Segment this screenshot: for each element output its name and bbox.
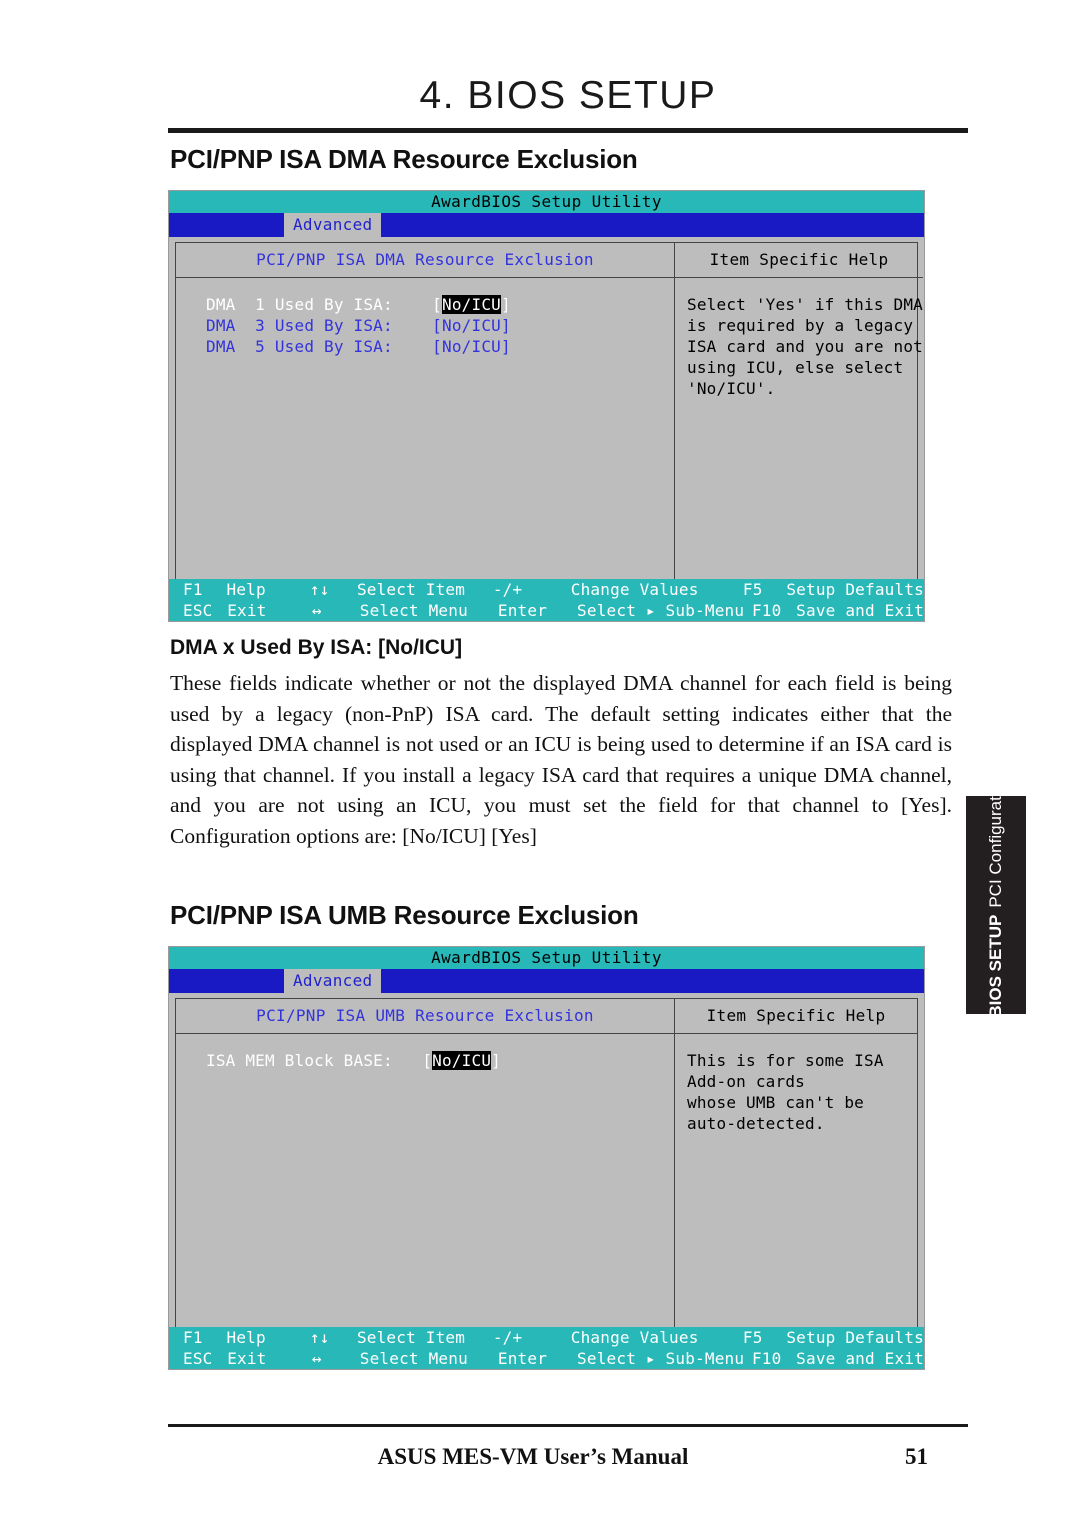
bios-help-text: Select 'Yes' if this DMA is required by … bbox=[675, 278, 923, 399]
bios-help-line: ISA card and you are not bbox=[687, 337, 923, 356]
bios-menu-tab-advanced[interactable]: Advanced bbox=[284, 969, 382, 993]
bios-option-value[interactable]: No/ICU bbox=[442, 337, 501, 356]
key-esc-action: Exit bbox=[227, 1349, 267, 1368]
bios-menu-tab-advanced[interactable]: Advanced bbox=[284, 213, 382, 237]
key-enter-action: Select ▸ Sub-Menu bbox=[577, 1349, 745, 1368]
key-leftright-icon[interactable]: ↔ bbox=[312, 600, 360, 621]
bios-option-label: DMA 5 Used By ISA: bbox=[206, 337, 393, 356]
bios-option-row[interactable]: DMA 1 Used By ISA: [No/ICU] bbox=[176, 294, 674, 315]
bios-help-header: Item Specific Help bbox=[675, 999, 917, 1034]
key-minusplus-action: Change Values bbox=[570, 1328, 699, 1347]
side-tab-chapter-label: 4. BIOS SETUP bbox=[986, 914, 1005, 1037]
bios-key-row: ESC Exit ↔ Select Menu Enter Select ▸ Su… bbox=[169, 1348, 924, 1369]
bios-help-line: This is for some ISA bbox=[687, 1051, 884, 1070]
bios-help-header: Item Specific Help bbox=[675, 243, 923, 278]
key-leftright-action: Select Menu bbox=[359, 1349, 468, 1368]
bios-screen-dma: AwardBIOS Setup Utility Advanced PCI/PNP… bbox=[168, 190, 925, 622]
key-f1-action: Help bbox=[226, 580, 266, 599]
bios-key-row: F1 Help ↑↓ Select Item -/+ Change Values… bbox=[169, 579, 924, 600]
key-enter[interactable]: Enter bbox=[498, 1348, 577, 1369]
key-f5-action: Setup Defaults bbox=[786, 1328, 925, 1347]
section-heading-dma: PCI/PNP ISA DMA Resource Exclusion bbox=[170, 144, 638, 174]
bios-option-row[interactable]: DMA 5 Used By ISA: [No/ICU] bbox=[176, 336, 674, 357]
bios-option-value[interactable]: No/ICU bbox=[432, 1051, 492, 1070]
bios-help-line: whose UMB can't be bbox=[687, 1093, 864, 1112]
bios-function-key-bar: F1 Help ↑↓ Select Item -/+ Change Values… bbox=[169, 1327, 924, 1369]
key-minusplus[interactable]: -/+ bbox=[493, 1327, 571, 1348]
key-esc[interactable]: ESC bbox=[169, 600, 227, 621]
bios-help-text: This is for some ISA Add-on cards whose … bbox=[675, 1034, 917, 1134]
bios-help-line: Add-on cards bbox=[687, 1072, 805, 1091]
bios-help-line: auto-detected. bbox=[687, 1114, 825, 1133]
bios-help-line: 'No/ICU'. bbox=[687, 379, 776, 398]
bios-key-row: F1 Help ↑↓ Select Item -/+ Change Values… bbox=[169, 1327, 924, 1348]
key-updown-action: Select Item bbox=[356, 580, 466, 599]
bios-help-panel: Item Specific Help Select 'Yes' if this … bbox=[675, 243, 923, 579]
key-f10[interactable]: F10 bbox=[752, 600, 796, 621]
bios-option-value[interactable]: No/ICU bbox=[442, 316, 501, 335]
bios-body: PCI/PNP ISA UMB Resource Exclusion ISA M… bbox=[169, 993, 924, 1328]
key-leftright-action: Select Menu bbox=[359, 601, 468, 620]
key-f10-action: Save and Exit bbox=[796, 1349, 924, 1368]
bios-options-list: ISA MEM Block BASE: [No/ICU] bbox=[176, 1034, 674, 1071]
bios-menu-bar: Advanced bbox=[169, 213, 924, 237]
bios-menu-bar: Advanced bbox=[169, 969, 924, 993]
footer-page-number: 51 bbox=[905, 1444, 928, 1469]
bios-help-panel: Item Specific Help This is for some ISA … bbox=[675, 999, 917, 1327]
bios-option-row[interactable]: ISA MEM Block BASE: [No/ICU] bbox=[176, 1050, 674, 1071]
bios-help-line: Select 'Yes' if this DMA bbox=[687, 295, 923, 314]
bios-options-panel: PCI/PNP ISA DMA Resource Exclusion DMA 1… bbox=[176, 243, 675, 579]
bios-options-header: PCI/PNP ISA DMA Resource Exclusion bbox=[176, 243, 674, 278]
key-esc-action: Exit bbox=[227, 601, 267, 620]
key-f10-action: Save and Exit bbox=[796, 601, 924, 620]
key-f1[interactable]: F1 bbox=[169, 1327, 226, 1348]
bios-option-label: DMA 1 Used By ISA: bbox=[206, 295, 393, 314]
bios-option-value[interactable]: No/ICU bbox=[442, 295, 501, 314]
subsection-heading-dma-field: DMA x Used By ISA: [No/ICU] bbox=[170, 636, 463, 659]
bios-help-line: is required by a legacy bbox=[687, 316, 914, 335]
bios-screen-umb: AwardBIOS Setup Utility Advanced PCI/PNP… bbox=[168, 946, 925, 1370]
bios-title-bar: AwardBIOS Setup Utility bbox=[169, 191, 924, 213]
bios-title-bar: AwardBIOS Setup Utility bbox=[169, 947, 924, 969]
bios-option-label: DMA 3 Used By ISA: bbox=[206, 316, 393, 335]
bios-panels: PCI/PNP ISA DMA Resource Exclusion DMA 1… bbox=[175, 242, 923, 580]
bios-help-line: using ICU, else select bbox=[687, 358, 904, 377]
key-f5[interactable]: F5 bbox=[743, 1327, 786, 1348]
key-updown-action: Select Item bbox=[356, 1328, 466, 1347]
key-minusplus[interactable]: -/+ bbox=[493, 579, 571, 600]
bios-options-panel: PCI/PNP ISA UMB Resource Exclusion ISA M… bbox=[176, 999, 675, 1327]
key-enter-action: Select ▸ Sub-Menu bbox=[577, 601, 745, 620]
footer-divider bbox=[168, 1424, 968, 1427]
bios-key-row: ESC Exit ↔ Select Menu Enter Select ▸ Su… bbox=[169, 600, 924, 621]
key-f5-action: Setup Defaults bbox=[786, 580, 925, 599]
manual-page: 4. BIOS SETUP PCI/PNP ISA DMA Resource E… bbox=[0, 0, 1080, 1528]
bios-panels: PCI/PNP ISA UMB Resource Exclusion ISA M… bbox=[175, 998, 918, 1328]
key-f1[interactable]: F1 bbox=[169, 579, 226, 600]
page-title: 4. BIOS SETUP bbox=[419, 74, 717, 117]
key-minusplus-action: Change Values bbox=[570, 580, 699, 599]
footer-manual-title: ASUS MES-VM User’s Manual bbox=[377, 1444, 689, 1469]
bios-body: PCI/PNP ISA DMA Resource Exclusion DMA 1… bbox=[169, 237, 924, 580]
side-tab-chapter-marker: 4. BIOS SETUP PCI Configuration bbox=[966, 773, 1026, 1037]
key-updown-icon[interactable]: ↑↓ bbox=[310, 579, 357, 600]
bios-options-header: PCI/PNP ISA UMB Resource Exclusion bbox=[176, 999, 674, 1034]
key-f10[interactable]: F10 bbox=[752, 1348, 796, 1369]
body-paragraph-dma: These fields indicate whether or not the… bbox=[170, 671, 952, 848]
key-f5[interactable]: F5 bbox=[743, 579, 786, 600]
section-heading-umb: PCI/PNP ISA UMB Resource Exclusion bbox=[170, 900, 639, 930]
key-enter[interactable]: Enter bbox=[498, 600, 577, 621]
key-leftright-icon[interactable]: ↔ bbox=[312, 1348, 360, 1369]
key-updown-icon[interactable]: ↑↓ bbox=[310, 1327, 357, 1348]
bios-options-list: DMA 1 Used By ISA: [No/ICU] DMA 3 Used B… bbox=[176, 278, 674, 357]
header-divider bbox=[168, 128, 968, 133]
side-tab-content: 4. BIOS SETUP PCI Configuration bbox=[966, 773, 1026, 1036]
key-f1-action: Help bbox=[226, 1328, 266, 1347]
bios-function-key-bar: F1 Help ↑↓ Select Item -/+ Change Values… bbox=[169, 579, 924, 621]
bios-option-row[interactable]: DMA 3 Used By ISA: [No/ICU] bbox=[176, 315, 674, 336]
key-esc[interactable]: ESC bbox=[169, 1348, 227, 1369]
side-tab-section-label: PCI Configuration bbox=[986, 773, 1005, 908]
bios-option-label: ISA MEM Block BASE: bbox=[206, 1051, 393, 1070]
